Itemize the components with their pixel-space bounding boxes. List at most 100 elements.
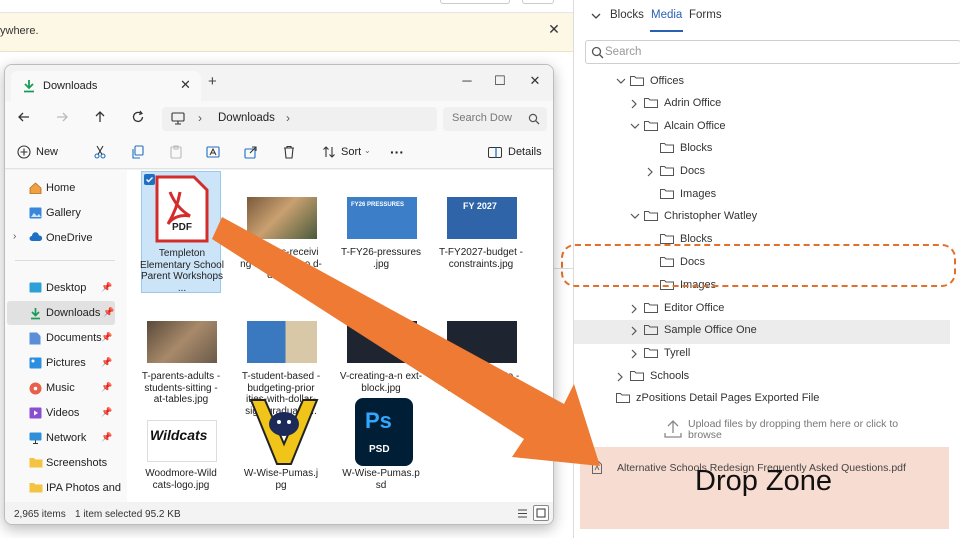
pin-icon[interactable]: 📌 xyxy=(103,307,114,318)
toolbar-button[interactable] xyxy=(440,0,510,4)
minimize-icon[interactable]: ─ xyxy=(452,70,482,92)
new-icon[interactable] xyxy=(17,145,31,159)
folder-icon xyxy=(660,188,674,199)
folder-icon xyxy=(630,75,644,86)
toolbar-button[interactable] xyxy=(522,0,554,4)
explorer-search-input[interactable]: Search Dow xyxy=(443,107,547,131)
chevron-right-icon[interactable]: › xyxy=(13,231,16,242)
close-tab-icon[interactable]: ✕ xyxy=(180,77,191,93)
folder-icon xyxy=(630,370,644,381)
refresh-icon[interactable] xyxy=(131,110,145,124)
notice-close-button[interactable]: ✕ xyxy=(546,21,562,37)
image-thumbnail xyxy=(447,321,517,363)
share-icon[interactable] xyxy=(244,145,258,159)
media-search-input[interactable]: Search xyxy=(585,40,960,64)
sort-button[interactable]: Sort xyxy=(341,146,361,158)
copy-icon[interactable] xyxy=(131,145,145,159)
pin-icon[interactable]: 📌 xyxy=(101,332,112,343)
chevron-right-icon[interactable] xyxy=(630,349,638,359)
folder-icon xyxy=(644,302,658,313)
nav-label: Downloads xyxy=(46,307,101,319)
rename-icon[interactable] xyxy=(206,145,220,159)
forward-icon[interactable] xyxy=(55,110,69,124)
address-bar[interactable]: › Downloads › xyxy=(162,107,437,131)
file-item[interactable]: T-families-receivi ng-boxes-of-foo d-dur… xyxy=(240,171,322,293)
drop-zone[interactable]: Alternative Schools Redesign Frequently … xyxy=(580,447,949,529)
pin-icon[interactable]: 📌 xyxy=(101,407,112,418)
chevron-right-icon: › xyxy=(198,111,202,125)
upload-text: Upload files by dropping them here or cl… xyxy=(688,418,899,441)
chevron-right-icon[interactable] xyxy=(630,304,638,314)
back-icon[interactable] xyxy=(17,110,31,124)
new-tab-icon[interactable]: + xyxy=(208,73,217,90)
maximize-icon[interactable]: ☐ xyxy=(485,70,515,92)
cut-icon[interactable] xyxy=(93,145,107,159)
pin-icon[interactable]: 📌 xyxy=(101,357,112,368)
sort-icon[interactable] xyxy=(322,145,336,159)
delete-icon[interactable] xyxy=(282,145,296,159)
status-bar: 2,965 items 1 item selected 95.2 KB xyxy=(5,502,553,524)
new-button[interactable]: New xyxy=(36,146,58,158)
file-item[interactable]: Ps PSD W-Wise-Pumas.p sd xyxy=(341,392,421,514)
more-options-icon[interactable]: ··· xyxy=(390,144,404,160)
details-pane-icon[interactable] xyxy=(488,147,502,158)
tree-node-label: Blocks xyxy=(680,142,713,154)
paste-icon[interactable] xyxy=(169,145,183,159)
folder-icon xyxy=(644,120,658,131)
nav-item-network[interactable]: Network 📌 xyxy=(5,426,115,450)
file-item[interactable]: V-how-to-create -web-page-with- text.jpg xyxy=(441,295,521,417)
close-window-icon[interactable]: ✕ xyxy=(520,70,550,92)
chevron-down-icon[interactable] xyxy=(616,77,626,85)
nav-item-screenshots[interactable]: Screenshots xyxy=(5,451,115,475)
file-item[interactable]: FY26 PRESSURES T-FY26-pressures .jpg xyxy=(341,171,421,293)
list-view-icon[interactable] xyxy=(517,508,528,519)
chevron-right-icon[interactable] xyxy=(616,372,624,382)
file-item[interactable]: Wildcats Woodmore-Wild cats-logo.jpg xyxy=(141,392,221,514)
pdf-icon xyxy=(154,174,210,244)
chevron-down-icon[interactable] xyxy=(590,11,602,21)
nav-item-documents[interactable]: Documents 📌 xyxy=(5,326,115,350)
nav-item-music[interactable]: Music 📌 xyxy=(5,376,115,400)
nav-item-pictures[interactable]: Pictures 📌 xyxy=(5,351,115,375)
network-icon xyxy=(29,432,42,444)
file-explorer-window: Downloads ✕ + ─ ☐ ✕ › Downloads › Search… xyxy=(4,64,554,525)
up-icon[interactable] xyxy=(93,110,107,124)
chevron-down-icon[interactable] xyxy=(630,122,640,130)
nav-item-downloads[interactable]: Downloads 📌 xyxy=(7,301,115,325)
folder-icon xyxy=(616,392,630,403)
pin-icon[interactable]: 📌 xyxy=(101,432,112,443)
navigation-pane: Home Gallery › OneDrive Desktop 📌 Downlo… xyxy=(5,170,123,502)
tab-media[interactable]: Media xyxy=(651,9,682,21)
file-name: V-how-to-create -web-page-with- text.jpg xyxy=(442,371,520,405)
chevron-right-icon[interactable] xyxy=(630,326,638,336)
title-bar: Downloads ✕ + ─ ☐ ✕ xyxy=(5,65,553,101)
tab-blocks[interactable]: Blocks xyxy=(610,9,644,21)
pin-icon[interactable]: 📌 xyxy=(101,282,112,293)
file-name: W-Wise-Pumas.p sd xyxy=(342,468,420,491)
tab-downloads[interactable]: Downloads ✕ xyxy=(11,71,201,101)
pin-icon[interactable]: 📌 xyxy=(101,382,112,393)
nav-label: Home xyxy=(46,182,76,194)
nav-item-desktop[interactable]: Desktop 📌 xyxy=(5,276,115,300)
nav-label: Gallery xyxy=(46,207,81,219)
chevron-down-icon[interactable] xyxy=(630,212,640,220)
nav-item-gallery[interactable]: Gallery xyxy=(5,201,115,225)
file-item[interactable]: W-Wise-Pumas.j pg xyxy=(241,392,321,514)
chevron-down-icon[interactable]: ⌄ xyxy=(364,146,371,155)
nav-item-home[interactable]: Home xyxy=(5,176,115,200)
nav-label: Desktop xyxy=(46,282,87,294)
file-item[interactable]: PDF Templeton Elementary School Parent W… xyxy=(140,171,224,294)
file-item[interactable]: FY 2027 T-FY2027-budget -constraints.jpg xyxy=(439,171,523,293)
tiles-view-icon[interactable] xyxy=(533,505,549,521)
details-button[interactable]: Details xyxy=(508,146,542,158)
tree-node-label: Images xyxy=(680,188,717,200)
chevron-right-icon[interactable] xyxy=(630,99,638,109)
nav-item-ipa-photos[interactable]: IPA Photos and xyxy=(5,476,121,500)
upload-area[interactable]: Upload files by dropping them here or cl… xyxy=(574,412,960,448)
path-segment[interactable]: Downloads xyxy=(218,112,275,124)
tab-forms[interactable]: Forms xyxy=(689,9,722,21)
nav-item-onedrive[interactable]: › OneDrive xyxy=(5,226,115,250)
nav-item-videos[interactable]: Videos 📌 xyxy=(5,401,115,425)
file-name: V-creating-a-n ext-block.jpg xyxy=(339,371,423,394)
chevron-right-icon[interactable] xyxy=(646,167,654,177)
